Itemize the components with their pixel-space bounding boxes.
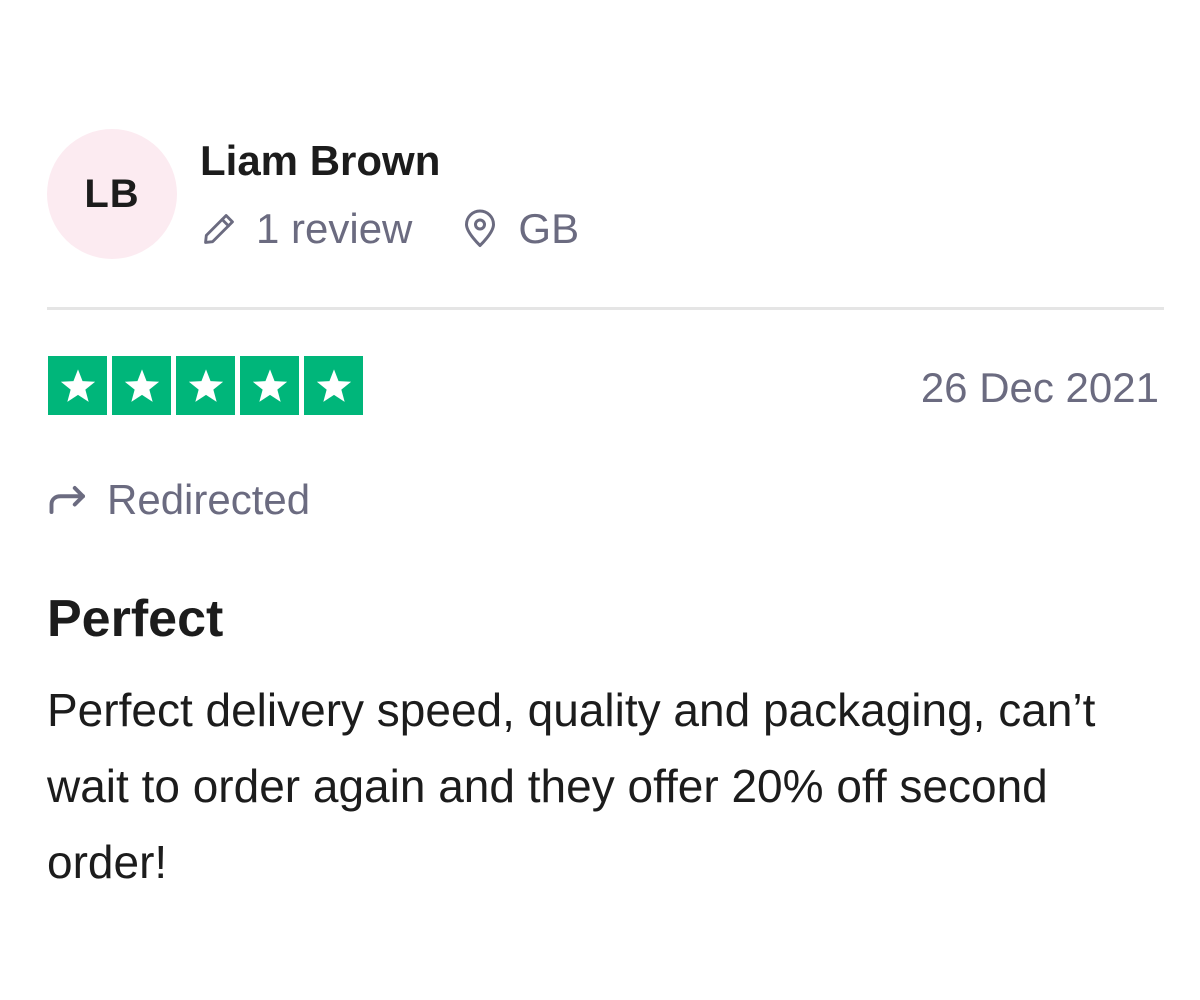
pencil-icon	[200, 210, 238, 248]
review-date: 26 Dec 2021	[920, 364, 1159, 411]
review-card: LB Liam Brown 1 review GB 26 Dec 2021 Re…	[0, 0, 1200, 1000]
country-text: GB	[518, 205, 580, 252]
review-status-label: Redirected	[107, 476, 311, 523]
review-count: 1 review	[200, 205, 412, 253]
reviewer-country: GB	[462, 205, 579, 253]
reviewer-meta: 1 review GB	[200, 203, 579, 255]
divider	[47, 307, 1164, 310]
redirect-arrow-icon	[47, 483, 89, 517]
star-icon	[252, 368, 287, 402]
star-box	[304, 356, 363, 415]
review-status[interactable]: Redirected	[47, 473, 310, 527]
star-box	[176, 356, 235, 415]
star-box	[240, 356, 299, 415]
star-icon	[188, 368, 223, 402]
reviewer-name[interactable]: Liam Brown	[200, 136, 440, 186]
star-icon	[316, 368, 351, 402]
avatar[interactable]: LB	[47, 129, 177, 259]
star-rating	[48, 356, 363, 415]
review-count-text: 1 review	[256, 205, 413, 252]
avatar-initials: LB	[84, 171, 140, 216]
star-icon	[60, 368, 95, 402]
location-pin-icon	[462, 209, 498, 249]
star-icon	[124, 368, 159, 402]
star-box	[48, 356, 107, 415]
star-box	[112, 356, 171, 415]
review-body: Perfect delivery speed, quality and pack…	[47, 684, 1096, 888]
review-title: Perfect	[47, 590, 224, 648]
